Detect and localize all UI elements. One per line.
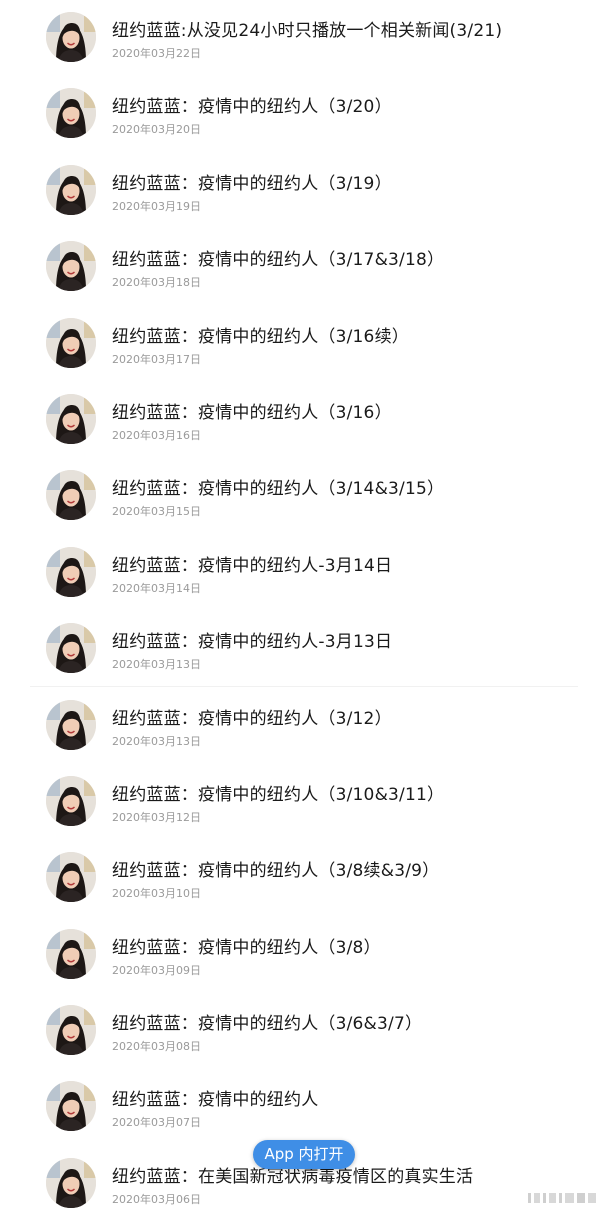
list-item[interactable]: 纽约蓝蓝:从没见24小时只播放一个相关新闻(3/21) 2020年03月22日 [0,0,608,76]
post-title[interactable]: 纽约蓝蓝：疫情中的纽约人-3月14日 [112,551,392,576]
list-item[interactable]: 纽约蓝蓝：疫情中的纽约人-3月13日 2020年03月13日 [0,611,608,687]
avatar-image [46,1081,96,1132]
post-date: 2020年03月08日 [112,1040,201,1054]
post-date: 2020年03月22日 [112,47,201,60]
avatar[interactable] [46,699,96,750]
post-date: 2020年03月13日 [112,734,201,748]
list-item[interactable]: 纽约蓝蓝：疫情中的纽约人（3/8） 2020年03月09日 [0,917,608,993]
post-title[interactable]: 纽约蓝蓝：疫情中的纽约人-3月13日 [112,627,392,652]
list-item[interactable]: 纽约蓝蓝：疫情中的纽约人（3/14&3/15） 2020年03月15日 [0,458,608,534]
list-item[interactable]: 纽约蓝蓝：疫情中的纽约人 2020年03月07日 [0,1069,608,1145]
post-date: 2020年03月16日 [112,428,201,442]
avatar-image [46,699,96,750]
avatar[interactable] [46,928,96,979]
post-title[interactable]: 纽约蓝蓝：疫情中的纽约人 [112,1085,318,1110]
post-date: 2020年03月13日 [112,658,201,672]
post-date: 2020年03月17日 [112,352,201,366]
avatar-image [46,928,96,979]
avatar-image [46,12,96,62]
post-date: 2020年03月10日 [112,887,201,901]
avatar[interactable] [46,164,96,215]
avatar[interactable] [46,317,96,368]
list-item[interactable]: 纽约蓝蓝：疫情中的纽约人（3/19） 2020年03月19日 [0,153,608,229]
avatar[interactable] [46,623,96,674]
list-item[interactable]: 纽约蓝蓝：疫情中的纽约人-3月14日 2020年03月14日 [0,535,608,611]
avatar-image [46,317,96,368]
avatar[interactable] [46,852,96,903]
post-title[interactable]: 纽约蓝蓝：疫情中的纽约人（3/14&3/15） [112,474,444,499]
divider [30,686,578,687]
avatar[interactable] [46,1005,96,1056]
avatar-image [46,393,96,444]
post-title[interactable]: 纽约蓝蓝：疫情中的纽约人（3/19） [112,169,392,194]
list-item[interactable]: 纽约蓝蓝：疫情中的纽约人（3/17&3/18） 2020年03月18日 [0,229,608,305]
post-title[interactable]: 纽约蓝蓝：疫情中的纽约人（3/8续&3/9） [112,856,439,881]
avatar[interactable] [46,775,96,826]
post-title[interactable]: 纽约蓝蓝：疫情中的纽约人（3/10&3/11） [112,780,444,805]
avatar[interactable] [46,546,96,597]
post-date: 2020年03月19日 [112,199,201,213]
post-title[interactable]: 纽约蓝蓝：疫情中的纽约人（3/17&3/18） [112,245,444,270]
post-title[interactable]: 纽约蓝蓝:从没见24小时只播放一个相关新闻(3/21) [112,16,502,41]
list-item[interactable]: 纽约蓝蓝：疫情中的纽约人（3/10&3/11） 2020年03月12日 [0,764,608,840]
avatar[interactable] [46,1157,96,1208]
list-item[interactable]: 纽约蓝蓝：疫情中的纽约人（3/12） 2020年03月13日 [0,688,608,764]
open-in-app-button[interactable]: App 内打开 [253,1140,355,1169]
post-title[interactable]: 纽约蓝蓝：疫情中的纽约人（3/20） [112,92,392,117]
list-item[interactable]: 纽约蓝蓝：疫情中的纽约人（3/20） 2020年03月20日 [0,76,608,152]
avatar-image [46,88,96,139]
list-item[interactable]: 纽约蓝蓝：疫情中的纽约人（3/6&3/7） 2020年03月08日 [0,993,608,1069]
post-date: 2020年03月18日 [112,276,201,290]
post-title[interactable]: 纽约蓝蓝：疫情中的纽约人（3/12） [112,704,392,729]
avatar-image [46,241,96,292]
avatar-image [46,164,96,215]
post-title[interactable]: 纽约蓝蓝：疫情中的纽约人（3/8） [112,933,381,958]
post-date: 2020年03月06日 [112,1192,201,1206]
post-date: 2020年03月14日 [112,581,201,595]
post-title[interactable]: 纽约蓝蓝：疫情中的纽约人（3/16续） [112,322,409,347]
post-title[interactable]: 纽约蓝蓝：疫情中的纽约人（3/16） [112,398,392,423]
avatar-image [46,546,96,597]
avatar-image [46,1157,96,1208]
post-date: 2020年03月15日 [112,505,201,519]
post-date: 2020年03月07日 [112,1116,201,1130]
post-date: 2020年03月09日 [112,963,201,977]
avatar-image [46,1005,96,1056]
post-date: 2020年03月12日 [112,810,201,824]
avatar-image [46,470,96,521]
avatar[interactable] [46,12,96,62]
avatar-image [46,852,96,903]
post-title[interactable]: 纽约蓝蓝：疫情中的纽约人（3/6&3/7） [112,1009,422,1034]
avatar[interactable] [46,1081,96,1132]
list-item[interactable]: 纽约蓝蓝：疫情中的纽约人（3/8续&3/9） 2020年03月10日 [0,840,608,916]
avatar[interactable] [46,393,96,444]
avatar[interactable] [46,241,96,292]
avatar[interactable] [46,470,96,521]
avatar-image [46,623,96,674]
watermark-icon [528,1193,596,1203]
avatar-image [46,775,96,826]
post-date: 2020年03月20日 [112,123,201,137]
avatar[interactable] [46,88,96,139]
list-item[interactable]: 纽约蓝蓝：疫情中的纽约人（3/16续） 2020年03月17日 [0,306,608,382]
post-list: 纽约蓝蓝:从没见24小时只播放一个相关新闻(3/21) 2020年03月22日 … [0,0,608,1222]
list-item[interactable]: 纽约蓝蓝：疫情中的纽约人（3/16） 2020年03月16日 [0,382,608,458]
